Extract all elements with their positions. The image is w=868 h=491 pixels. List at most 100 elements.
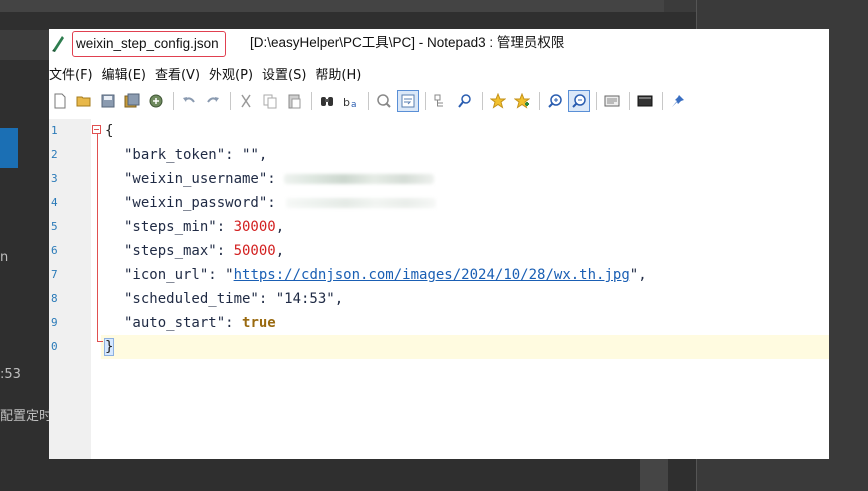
code-line-7: "icon_url": "https://cdnjson.com/images/… — [124, 263, 647, 287]
toolbar-separator — [662, 92, 663, 110]
json-separator: : — [258, 291, 276, 307]
toolbar-separator — [482, 92, 483, 110]
code-line-4: "weixin_password": — [124, 191, 436, 215]
json-key: "steps_min" — [124, 219, 217, 235]
code-line-3: "weixin_username": — [124, 167, 435, 191]
line-number: 8 — [51, 292, 58, 305]
json-comma: , — [334, 291, 344, 307]
code-line-2: "bark_token": "", — [124, 143, 267, 167]
notepad3-app-icon — [52, 36, 64, 52]
line-number: 0 — [51, 340, 58, 353]
cut-icon[interactable] — [235, 90, 257, 112]
code-editor[interactable]: 1 2 3 4 5 6 7 8 9 0 { "bark_token": "", … — [49, 119, 829, 459]
notepad3-window[interactable]: weixin_step_config.json [D:\easyHelper\P… — [49, 29, 829, 459]
json-separator: : — [208, 267, 226, 283]
background-text: 配置定时 — [0, 409, 53, 424]
new-file-icon[interactable] — [49, 90, 71, 112]
menu-appearance[interactable]: 外观(P) — [209, 64, 262, 83]
code-line-1: { — [105, 119, 113, 143]
browse-icon[interactable] — [145, 90, 167, 112]
svg-text:b: b — [343, 96, 350, 109]
find-in-files-icon[interactable] — [454, 90, 476, 112]
code-line-5: "steps_min": 30000, — [124, 215, 284, 239]
current-line-highlight — [101, 335, 829, 359]
json-key: "scheduled_time" — [124, 291, 259, 307]
title-bar[interactable]: weixin_step_config.json [D:\easyHelper\P… — [49, 29, 829, 59]
word-wrap-icon[interactable] — [397, 90, 419, 112]
zoom-in-icon[interactable] — [544, 90, 566, 112]
code-line-8: "scheduled_time": "14:53", — [124, 287, 343, 311]
json-key: "icon_url" — [124, 267, 209, 283]
background-text: n — [0, 250, 9, 265]
json-key: "steps_max" — [124, 243, 217, 259]
goto-icon[interactable] — [373, 90, 395, 112]
json-key: "bark_token" — [124, 147, 226, 163]
copy-icon[interactable] — [259, 90, 281, 112]
json-url-link[interactable]: https://cdnjson.com/images/2024/10/28/wx… — [234, 267, 630, 283]
json-separator: : — [267, 195, 276, 211]
json-value: 30000 — [233, 219, 276, 235]
json-comma: , — [258, 147, 268, 163]
close-brace: } — [103, 338, 115, 356]
menu-view[interactable]: 查看(V) — [155, 64, 209, 83]
menu-edit[interactable]: 编辑(E) — [102, 64, 155, 83]
line-number: 7 — [51, 268, 58, 281]
json-key: "auto_start" — [124, 315, 226, 331]
toolbar-separator — [596, 92, 597, 110]
title-filename: weixin_step_config.json — [72, 31, 226, 57]
menu-settings[interactable]: 设置(S) — [262, 64, 315, 83]
toolbar: ba — [49, 87, 829, 115]
replace-icon[interactable]: ba — [340, 90, 362, 112]
json-value: true — [242, 315, 276, 331]
menu-help[interactable]: 帮助(H) — [315, 64, 370, 83]
menu-file[interactable]: 文件(F) — [49, 64, 102, 83]
background-scrollbar — [640, 458, 668, 491]
toolbar-separator — [173, 92, 174, 110]
save-all-icon[interactable] — [121, 90, 143, 112]
json-separator: : — [216, 243, 234, 259]
json-key: "weixin_username" — [124, 171, 268, 187]
line-number: 1 — [51, 124, 58, 137]
open-brace: { — [105, 123, 114, 139]
toolbar-separator — [311, 92, 312, 110]
json-separator: : — [225, 147, 243, 163]
json-comma: , — [638, 267, 647, 283]
collapse-icon[interactable] — [430, 90, 452, 112]
toolbar-separator — [368, 92, 369, 110]
line-number: 2 — [51, 148, 58, 161]
json-key: "weixin_password" — [124, 195, 268, 211]
paste-icon[interactable] — [283, 90, 305, 112]
pin-icon[interactable] — [667, 90, 689, 112]
title-path: [D:\easyHelper\PC工具\PC] - Notepad3 : 管理员… — [250, 35, 565, 50]
line-number: 3 — [51, 172, 58, 185]
console-icon[interactable] — [634, 90, 656, 112]
json-comma: , — [275, 243, 285, 259]
redacted-value — [284, 174, 435, 184]
json-value: "" — [242, 147, 259, 163]
undo-icon[interactable] — [178, 90, 200, 112]
background-blue-tab — [0, 128, 18, 168]
find-icon[interactable] — [316, 90, 338, 112]
json-quote: " — [629, 267, 639, 283]
line-number: 9 — [51, 316, 58, 329]
fold-marker-line — [97, 134, 98, 341]
svg-text:a: a — [351, 100, 357, 109]
scheme-icon[interactable] — [601, 90, 623, 112]
fold-toggle-icon[interactable] — [92, 125, 101, 134]
toolbar-separator — [629, 92, 630, 110]
save-icon[interactable] — [97, 90, 119, 112]
code-line-9: "auto_start": true — [124, 311, 276, 335]
toolbar-separator — [539, 92, 540, 110]
json-value: "14:53" — [275, 291, 335, 307]
zoom-out-icon[interactable] — [568, 90, 590, 112]
redo-icon[interactable] — [202, 90, 224, 112]
redacted-value — [285, 198, 436, 208]
json-separator: : — [216, 219, 234, 235]
favorite-icon[interactable] — [487, 90, 509, 112]
line-number: 4 — [51, 196, 58, 209]
menu-bar: 文件(F) 编辑(E) 查看(V) 外观(P) 设置(S) 帮助(H) — [49, 62, 829, 84]
code-line-6: "steps_max": 50000, — [124, 239, 284, 263]
add-favorite-icon[interactable] — [511, 90, 533, 112]
code-line-10: } — [103, 335, 115, 359]
open-folder-icon[interactable] — [73, 90, 95, 112]
